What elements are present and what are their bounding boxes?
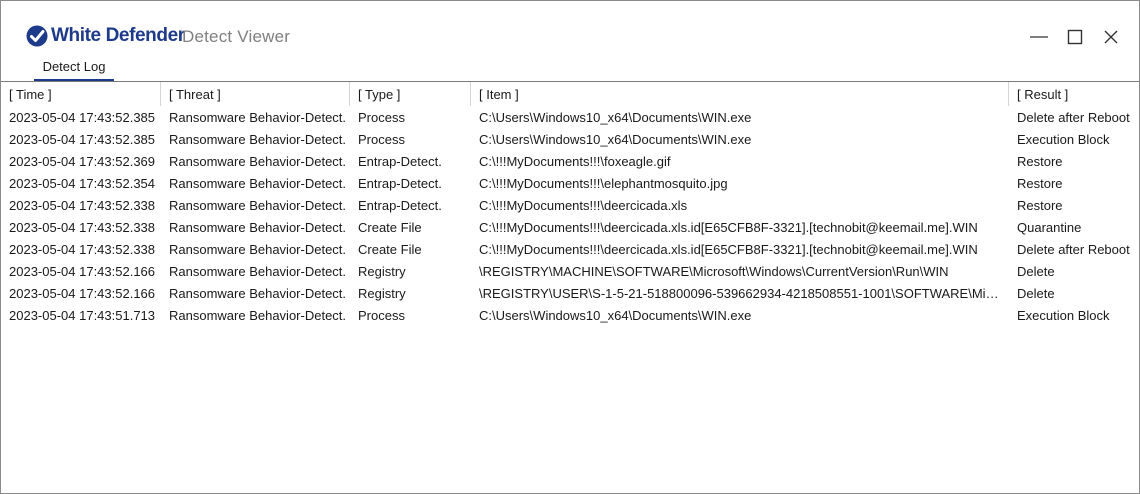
table-row[interactable]: 2023-05-04 17:43:52.369 Ransomware Behav… [1, 151, 1139, 173]
cell-time: 2023-05-04 17:43:52.338 [9, 198, 156, 213]
checkmark-circle-icon [26, 25, 48, 47]
cell-time: 2023-05-04 17:43:52.385 [9, 132, 156, 147]
cell-time: 2023-05-04 17:43:52.338 [9, 220, 156, 235]
tab-bar: Detect Log [1, 57, 1139, 82]
cell-threat: Ransomware Behavior-Detect. [169, 198, 347, 213]
cell-type: Create File [358, 242, 422, 257]
cell-result: Restore [1017, 198, 1063, 213]
table-body: 2023-05-04 17:43:52.385 Ransomware Behav… [1, 107, 1139, 327]
minimize-icon [1030, 36, 1048, 38]
cell-result: Restore [1017, 154, 1063, 169]
cell-type: Process [358, 132, 405, 147]
cell-type: Process [358, 308, 405, 323]
cell-threat: Ransomware Behavior-Detect. [169, 264, 347, 279]
cell-item: C:\!!!MyDocuments!!!\foxeagle.gif [479, 154, 671, 169]
table-row[interactable]: 2023-05-04 17:43:52.338 Ransomware Behav… [1, 239, 1139, 261]
cell-item: C:\!!!MyDocuments!!!\deercicada.xls [479, 198, 688, 213]
detect-log-table: [ Time ] [ Threat ] [ Type ] [ Item ] [ … [1, 82, 1139, 493]
table-row[interactable]: 2023-05-04 17:43:52.166 Ransomware Behav… [1, 261, 1139, 283]
cell-result: Quarantine [1017, 220, 1082, 235]
title-bar[interactable]: White Defender Detect Viewer [1, 1, 1139, 57]
cell-item: C:\Users\Windows10_x64\Documents\WIN.exe [479, 308, 752, 323]
brand-name: White Defender [51, 25, 185, 46]
cell-type: Entrap-Detect. [358, 154, 442, 169]
cell-type: Process [358, 110, 405, 125]
cell-type: Entrap-Detect. [358, 176, 442, 191]
cell-threat: Ransomware Behavior-Detect. [169, 242, 347, 257]
cell-type: Entrap-Detect. [358, 198, 442, 213]
cell-item: \REGISTRY\USER\S-1-5-21-518800096-539662… [479, 286, 1009, 301]
cell-item: C:\!!!MyDocuments!!!\deercicada.xls.id[E… [479, 242, 978, 257]
cell-threat: Ransomware Behavior-Detect. [169, 176, 347, 191]
brand-logo: White Defender [26, 25, 185, 47]
close-button[interactable] [1097, 23, 1125, 51]
close-icon [1104, 30, 1118, 44]
cell-item: C:\!!!MyDocuments!!!\elephantmosquito.jp… [479, 176, 728, 191]
cell-time: 2023-05-04 17:43:52.354 [9, 176, 156, 191]
cell-item: C:\Users\Windows10_x64\Documents\WIN.exe [479, 110, 752, 125]
app-subtitle: Detect Viewer [182, 27, 291, 46]
detect-viewer-window: White Defender Detect Viewer Detect Log … [0, 0, 1140, 494]
cell-time: 2023-05-04 17:43:52.338 [9, 242, 156, 257]
cell-threat: Ransomware Behavior-Detect. [169, 110, 347, 125]
maximize-button[interactable] [1061, 23, 1089, 51]
table-row[interactable]: 2023-05-04 17:43:51.713 Ransomware Behav… [1, 305, 1139, 327]
cell-time: 2023-05-04 17:43:51.713 [9, 308, 156, 323]
column-header-threat[interactable]: [ Threat ] [161, 82, 350, 106]
cell-result: Execution Block [1017, 308, 1110, 323]
cell-time: 2023-05-04 17:43:52.166 [9, 264, 156, 279]
column-header-result[interactable]: [ Result ] [1009, 82, 1139, 106]
table-row[interactable]: 2023-05-04 17:43:52.338 Ransomware Behav… [1, 217, 1139, 239]
cell-item: C:\!!!MyDocuments!!!\deercicada.xls.id[E… [479, 220, 978, 235]
cell-threat: Ransomware Behavior-Detect. [169, 154, 347, 169]
column-header-time[interactable]: [ Time ] [1, 82, 161, 106]
table-header: [ Time ] [ Threat ] [ Type ] [ Item ] [ … [1, 82, 1139, 106]
cell-result: Delete after Reboot [1017, 242, 1130, 257]
table-row[interactable]: 2023-05-04 17:43:52.354 Ransomware Behav… [1, 173, 1139, 195]
table-row[interactable]: 2023-05-04 17:43:52.338 Ransomware Behav… [1, 195, 1139, 217]
cell-result: Delete [1017, 264, 1055, 279]
maximize-icon [1067, 29, 1083, 45]
cell-time: 2023-05-04 17:43:52.385 [9, 110, 156, 125]
tab-detect-log[interactable]: Detect Log [34, 57, 114, 81]
cell-result: Restore [1017, 176, 1063, 191]
cell-type: Registry [358, 286, 406, 301]
table-row[interactable]: 2023-05-04 17:43:52.385 Ransomware Behav… [1, 107, 1139, 129]
cell-type: Registry [358, 264, 406, 279]
table-row[interactable]: 2023-05-04 17:43:52.166 Ransomware Behav… [1, 283, 1139, 305]
cell-threat: Ransomware Behavior-Detect. [169, 220, 347, 235]
minimize-button[interactable] [1025, 23, 1053, 51]
cell-type: Create File [358, 220, 422, 235]
cell-time: 2023-05-04 17:43:52.166 [9, 286, 156, 301]
cell-result: Delete [1017, 286, 1055, 301]
cell-result: Execution Block [1017, 132, 1110, 147]
cell-threat: Ransomware Behavior-Detect. [169, 132, 347, 147]
cell-threat: Ransomware Behavior-Detect. [169, 308, 347, 323]
cell-threat: Ransomware Behavior-Detect. [169, 286, 347, 301]
column-header-item[interactable]: [ Item ] [471, 82, 1009, 106]
table-row[interactable]: 2023-05-04 17:43:52.385 Ransomware Behav… [1, 129, 1139, 151]
cell-item: \REGISTRY\MACHINE\SOFTWARE\Microsoft\Win… [479, 264, 949, 279]
cell-item: C:\Users\Windows10_x64\Documents\WIN.exe [479, 132, 752, 147]
column-header-type[interactable]: [ Type ] [350, 82, 471, 106]
cell-result: Delete after Reboot [1017, 110, 1130, 125]
cell-time: 2023-05-04 17:43:52.369 [9, 154, 156, 169]
